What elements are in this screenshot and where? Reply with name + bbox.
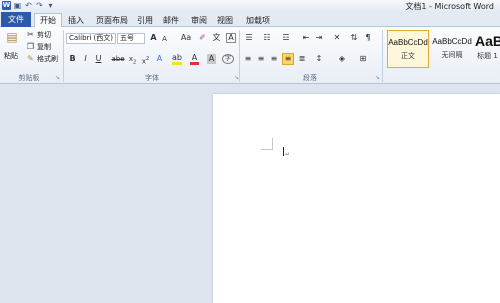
copy-icon[interactable]: ❐ [26, 42, 35, 52]
tab-references[interactable]: 引用 [134, 14, 156, 27]
style-sample: AaBbCcDd [432, 37, 472, 46]
format-painter-icon[interactable]: ✎ [26, 54, 35, 64]
cut-icon[interactable]: ✂ [26, 30, 35, 40]
customize-icon[interactable]: ▾ [46, 1, 55, 10]
tab-page-layout[interactable]: 页面布局 [92, 14, 132, 27]
paragraph-launcher-icon[interactable]: ↘ [375, 74, 380, 81]
ribbon-tabs: 文件 开始 插入 页面布局 引用 邮件 审阅 视图 加载项 [0, 12, 500, 28]
highlight-icon[interactable]: ab [172, 54, 182, 65]
tab-addins[interactable]: 加载项 [242, 14, 274, 27]
character-border-icon[interactable]: A [226, 33, 236, 43]
style-sample: AaBbCcDd [388, 38, 428, 47]
clear-format-icon[interactable]: ✐ [198, 33, 207, 43]
sort-icon[interactable]: ⇅ [349, 33, 359, 43]
group-divider [382, 30, 383, 82]
style-sample: AaB [475, 33, 500, 49]
clipboard-group-label: 剪贴板 [18, 74, 40, 82]
paste-icon[interactable]: ▤ [5, 31, 19, 46]
increase-indent-icon[interactable]: ⇥ [314, 33, 324, 43]
show-marks-icon[interactable]: ¶ [363, 33, 373, 43]
cut-button[interactable]: 剪切 [37, 30, 51, 40]
underline-button[interactable]: U [94, 54, 103, 64]
paragraph-mark-icon: ↵ [285, 151, 291, 158]
tab-review[interactable]: 审阅 [188, 14, 210, 27]
align-right-icon[interactable]: ≡ [269, 54, 279, 64]
document-page[interactable]: ↵ [213, 94, 500, 303]
crop-mark [261, 149, 273, 150]
phonetic-guide-icon[interactable]: 文 [212, 33, 221, 43]
strikethrough-button[interactable]: abe [111, 54, 125, 64]
redo-icon[interactable]: ↷ [35, 1, 44, 10]
multilevel-list-icon[interactable]: ☲ [280, 33, 292, 43]
copy-button[interactable]: 复制 [37, 42, 51, 52]
style-name: 标题 1 [477, 52, 498, 60]
save-icon[interactable]: ▣ [13, 1, 22, 10]
style-name: 无间隔 [441, 51, 463, 59]
align-left-icon[interactable]: ≡ [243, 54, 253, 64]
shrink-font-button[interactable]: A [160, 34, 169, 44]
window-title: 文档1 - Microsoft Word [405, 2, 494, 11]
bold-button[interactable]: B [68, 54, 77, 64]
italic-button[interactable]: I [81, 54, 90, 64]
bullets-icon[interactable]: ☰ [243, 33, 255, 43]
style-normal[interactable]: AaBbCcDd 正文 [387, 30, 429, 68]
ribbon: ▤ 粘贴 ✂ 剪切 ❐ 复制 ✎ 格式刷 剪贴板 ↘ Calibri (西文) … [0, 27, 500, 84]
paragraph-group-label: 段落 [303, 74, 317, 82]
tab-home[interactable]: 开始 [34, 13, 62, 28]
style-name: 正文 [401, 52, 415, 60]
tab-insert[interactable]: 插入 [64, 14, 88, 27]
font-group-label: 字体 [145, 74, 159, 82]
enclose-characters-icon[interactable]: 字 [222, 54, 234, 64]
shading-icon[interactable]: ◈ [336, 54, 348, 64]
chinese-layout-icon[interactable]: ✕ [331, 33, 343, 43]
change-case-button[interactable]: Aa [180, 33, 192, 43]
format-painter-button[interactable]: 格式刷 [37, 54, 58, 64]
title-bar: W ▣ ↶ ↷ ▾ 文档1 - Microsoft Word [0, 0, 500, 12]
numbering-icon[interactable]: ☷ [261, 33, 273, 43]
word-icon[interactable]: W [2, 1, 11, 10]
document-workspace: ↵ [0, 85, 500, 303]
font-name-dropdown[interactable]: Calibri (西文) [66, 33, 116, 44]
decrease-indent-icon[interactable]: ⇤ [301, 33, 311, 43]
tab-file[interactable]: 文件 [1, 12, 31, 27]
justify-icon[interactable]: ≡ [282, 53, 294, 65]
distributed-icon[interactable]: ≣ [297, 54, 307, 64]
tab-mailings[interactable]: 邮件 [160, 14, 182, 27]
font-color-icon[interactable]: A [190, 54, 199, 65]
align-center-icon[interactable]: ≡ [256, 54, 266, 64]
text-cursor [283, 147, 284, 156]
text-effects-icon[interactable]: A [155, 54, 164, 64]
clipboard-launcher-icon[interactable]: ↘ [55, 74, 60, 81]
borders-icon[interactable]: ⊞ [357, 54, 369, 64]
character-shading-icon[interactable]: A [207, 54, 216, 64]
style-heading-1[interactable]: AaB 标题 1 [475, 30, 500, 68]
undo-icon[interactable]: ↶ [24, 1, 33, 10]
tab-view[interactable]: 视图 [214, 14, 236, 27]
line-spacing-icon[interactable]: ↕ [313, 54, 325, 64]
paste-button[interactable]: 粘贴 [4, 51, 18, 61]
subscript-button[interactable]: x2 [128, 54, 137, 67]
font-size-dropdown[interactable]: 五号 [117, 33, 145, 44]
grow-font-button[interactable]: A [149, 33, 158, 43]
superscript-button[interactable]: x2 [141, 54, 150, 66]
style-no-spacing[interactable]: AaBbCcDd 无间隔 [431, 30, 473, 68]
